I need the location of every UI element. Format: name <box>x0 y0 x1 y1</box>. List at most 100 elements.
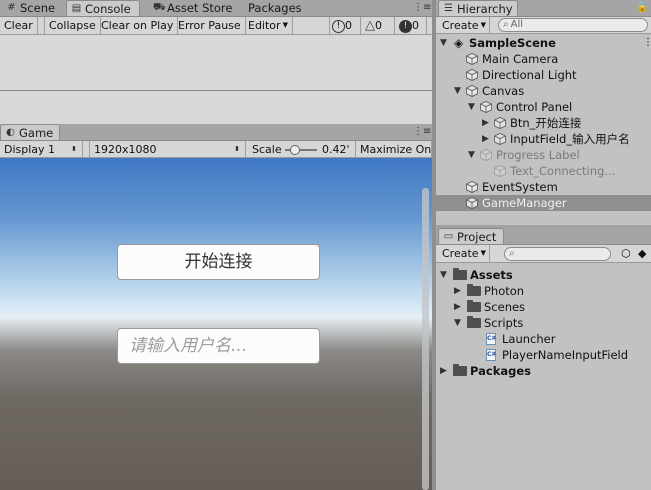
lock-icon[interactable]: 🔒 <box>636 2 648 13</box>
display-dropdown[interactable]: Display 1 ⬍ <box>0 141 83 158</box>
warning-toggle[interactable]: △0 <box>363 17 395 34</box>
gameobject-icon <box>466 85 478 97</box>
project-folder-item[interactable]: ▼ Assets <box>436 267 651 283</box>
project-script-item[interactable]: C# Launcher <box>436 331 651 347</box>
gameobject-icon <box>494 165 506 177</box>
maximize-on-play-toggle[interactable]: Maximize On P <box>355 141 432 158</box>
hierarchy-item[interactable]: Main Camera <box>436 51 651 67</box>
console-detail-area[interactable] <box>0 91 432 124</box>
expand-arrow-icon[interactable]: ▼ <box>468 99 475 115</box>
username-placeholder: 请输入用户名... <box>129 336 248 356</box>
hierarchy-item[interactable]: EventSystem <box>436 179 651 195</box>
create-dropdown[interactable]: Create ▼ <box>438 17 490 34</box>
expand-arrow-icon[interactable]: ▼ <box>454 83 461 99</box>
tab-asset-store[interactable]: ⛟ Asset Store <box>149 0 233 16</box>
updown-arrow-icon: ⬍ <box>71 145 77 153</box>
error-icon: ! <box>399 19 412 33</box>
hierarchy-item-label: Directional Light <box>482 68 577 82</box>
hierarchy-search[interactable]: ⌕ All <box>498 18 648 32</box>
collapse-arrow-icon[interactable]: ▶ <box>440 363 447 379</box>
hierarchy-item[interactable]: Directional Light <box>436 67 651 83</box>
project-script-item[interactable]: C# PlayerNameInputField <box>436 347 651 363</box>
collapse-arrow-icon[interactable]: ▶ <box>482 131 489 147</box>
expand-arrow-icon[interactable]: ▼ <box>468 147 475 163</box>
project-folder-item[interactable]: ▶ Scenes <box>436 299 651 315</box>
panel-menu-icon[interactable]: ⋮≡ <box>413 2 431 13</box>
tab-label: Hierarchy <box>457 2 513 16</box>
project-folder-item[interactable]: ▼ Scripts <box>436 315 651 331</box>
project-item-label: Scripts <box>484 316 524 330</box>
hierarchy-tree: ▼ ◈ SampleScene ⋮ Main Camera Directional… <box>436 34 651 225</box>
scale-label: Scale <box>252 143 282 156</box>
tab-scene[interactable]: # Scene <box>2 0 55 16</box>
create-dropdown[interactable]: Create ▼ <box>438 245 490 262</box>
project-folder-item[interactable]: ▶ Packages <box>436 363 651 379</box>
info-icon: ! <box>332 19 345 33</box>
tab-label: Game <box>19 126 54 140</box>
collapse-arrow-icon[interactable]: ▶ <box>454 299 461 315</box>
create-label: Create <box>442 19 479 32</box>
console-toolbar: Clear Collapse Clear on Play Error Pause… <box>0 17 432 35</box>
search-icon: ⌕ <box>509 248 515 259</box>
connect-button-label: 开始连接 <box>184 252 253 272</box>
hierarchy-item-label: Main Camera <box>482 52 559 66</box>
tab-project[interactable]: ▭ Project <box>438 228 504 244</box>
folder-icon <box>453 268 467 280</box>
collapse-arrow-icon[interactable]: ▶ <box>454 283 461 299</box>
project-search[interactable]: ⌕ <box>504 247 611 261</box>
hierarchy-item[interactable]: GameManager <box>436 195 651 211</box>
tab-hierarchy[interactable]: ☰ Hierarchy <box>438 0 518 16</box>
warning-icon: △ <box>365 18 375 33</box>
clear-on-play-button[interactable]: Clear on Play <box>97 17 179 34</box>
resolution-dropdown[interactable]: 1920x1080 ⬍ <box>89 141 246 158</box>
search-placeholder: All <box>510 19 524 30</box>
hierarchy-item[interactable]: ▶ Btn_开始连接 <box>436 115 651 131</box>
filter-by-label-icon[interactable]: ◆ <box>638 247 646 260</box>
scene-row[interactable]: ▼ ◈ SampleScene ⋮ <box>436 35 651 51</box>
create-label: Create <box>442 247 479 260</box>
tab-console[interactable]: ▤ Console <box>66 0 140 16</box>
hierarchy-item[interactable]: ▼ Control Panel <box>436 99 651 115</box>
project-folder-item[interactable]: ▶ Photon <box>436 283 651 299</box>
console-log-area[interactable] <box>0 35 432 91</box>
hierarchy-item-label: InputField_输入用户名 <box>510 132 630 146</box>
connect-button[interactable]: 开始连接 <box>117 244 320 280</box>
clear-button[interactable]: Clear <box>0 17 38 34</box>
scale-slider[interactable] <box>285 145 317 155</box>
username-input[interactable]: 请输入用户名... <box>117 328 320 364</box>
project-tree: ▼ Assets ▶ Photon ▶ Scenes ▼ Scripts C# Launcher C… <box>436 263 651 490</box>
hierarchy-item-label: Btn_开始连接 <box>510 116 582 130</box>
info-count: 0 <box>345 19 352 32</box>
hierarchy-item[interactable]: ▼ Progress Label <box>436 147 651 163</box>
tab-label: Asset Store <box>167 1 233 15</box>
collapse-button[interactable]: Collapse <box>44 17 101 34</box>
dropdown-arrow-icon: ▼ <box>480 249 486 257</box>
resolution-label: 1920x1080 <box>94 143 157 156</box>
project-item-label: Launcher <box>502 332 556 346</box>
editor-dropdown[interactable]: Editor ▼ <box>244 17 293 34</box>
scene-menu-icon[interactable]: ⋮ <box>643 35 651 51</box>
scale-slider-thumb[interactable] <box>290 145 301 155</box>
viewport-scrollbar[interactable] <box>422 188 429 490</box>
expand-arrow-icon[interactable]: ▼ <box>440 267 447 283</box>
hierarchy-icon: ☰ <box>444 3 453 14</box>
expand-arrow-icon[interactable]: ▼ <box>454 315 461 331</box>
error-pause-button[interactable]: Error Pause <box>174 17 246 34</box>
hierarchy-item[interactable]: Text_Connecting... <box>436 163 651 179</box>
hierarchy-item[interactable]: ▶ InputField_输入用户名 <box>436 131 651 147</box>
hierarchy-item[interactable]: ▼ Canvas <box>436 83 651 99</box>
hierarchy-item-label: Progress Label <box>496 148 580 162</box>
filter-by-type-icon[interactable]: ⬡ <box>621 247 631 260</box>
tab-game[interactable]: ◐ Game <box>0 124 60 140</box>
folder-icon <box>453 364 467 376</box>
game-viewport[interactable]: 开始连接 请输入用户名... <box>0 158 432 490</box>
collapse-arrow-icon[interactable]: ▶ <box>482 115 489 131</box>
game-toolbar: Display 1 ⬍ 1920x1080 ⬍ Scale 0.42' Maxi… <box>0 141 432 158</box>
gameobject-icon <box>480 101 492 113</box>
tab-packages[interactable]: Packages <box>230 0 302 16</box>
info-toggle[interactable]: ! 0 <box>329 17 361 34</box>
panel-menu-icon[interactable]: ⋮≡ <box>413 126 431 137</box>
folder-icon <box>467 300 481 312</box>
error-toggle[interactable]: ! 0 <box>397 17 427 34</box>
dropdown-arrow-icon: ▼ <box>480 21 486 29</box>
